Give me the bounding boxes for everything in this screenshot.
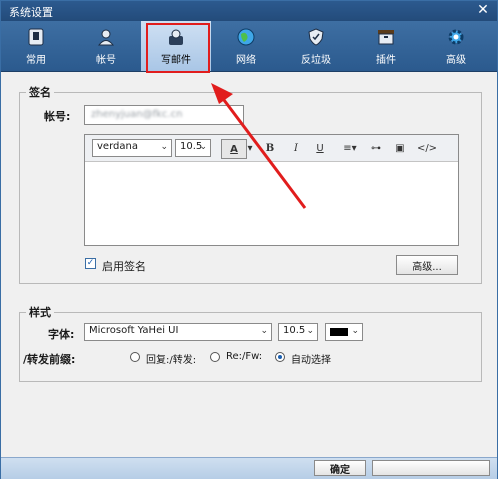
size-select[interactable]: 10.5 ⌄ bbox=[175, 139, 211, 157]
italic-button[interactable]: I bbox=[289, 139, 303, 157]
user-icon bbox=[96, 27, 116, 47]
font-select[interactable]: verdana ⌄ bbox=[92, 139, 172, 157]
tab-general[interactable]: 常用 bbox=[1, 21, 71, 71]
tab-account[interactable]: 帐号 bbox=[71, 21, 141, 71]
link-icon[interactable]: ⊶ bbox=[368, 139, 384, 157]
tab-compose[interactable]: 写邮件 bbox=[141, 21, 211, 71]
image-icon[interactable]: ▣ bbox=[392, 139, 408, 157]
tab-label: 反垃圾 bbox=[301, 55, 331, 66]
signature-advanced-button[interactable]: 高级... bbox=[396, 255, 458, 275]
style-font-select[interactable]: Microsoft YaHei UI ⌄ bbox=[84, 323, 272, 341]
prefix-option-en-radio[interactable] bbox=[210, 352, 220, 362]
box-icon bbox=[376, 27, 396, 47]
globe-icon bbox=[236, 27, 256, 47]
style-size-value: 10.5 bbox=[283, 325, 306, 336]
prefix-label: /转发前缀: bbox=[23, 353, 76, 366]
enable-signature-label: 启用签名 bbox=[102, 260, 146, 273]
font-value: verdana bbox=[97, 141, 138, 152]
settings-toolbar: 常用 帐号 写邮件 网络 反垃圾 插件 高级 bbox=[1, 21, 497, 72]
prefix-option-cn-label: 回复:/转发: bbox=[146, 355, 197, 366]
tab-antispam[interactable]: 反垃圾 bbox=[281, 21, 351, 71]
settings-window: 系统设置 ✕ 常用 帐号 写邮件 网络 反垃圾 插件 高级 签名 帐号: zhe… bbox=[0, 0, 498, 479]
editor-toolbar: verdana ⌄ 10.5 ⌄ A ▾ B I U ≡▾ ⊶ ▣ </> bbox=[85, 135, 458, 162]
font-label: 字体: bbox=[48, 328, 75, 341]
color-swatch bbox=[330, 328, 348, 336]
style-group: 样式 bbox=[19, 304, 482, 382]
account-select[interactable]: zhenyjuan@fkc.cn bbox=[84, 105, 244, 125]
chevron-down-icon: ⌄ bbox=[199, 142, 207, 152]
prefix-option-en-label: Re:/Fw: bbox=[226, 351, 263, 362]
font-color-button[interactable]: A bbox=[221, 139, 247, 159]
style-legend: 样式 bbox=[29, 306, 51, 319]
chevron-down-icon: ⌄ bbox=[160, 142, 168, 152]
tab-network[interactable]: 网络 bbox=[211, 21, 281, 71]
tab-plugins[interactable]: 插件 bbox=[351, 21, 421, 71]
doc-icon bbox=[26, 27, 46, 47]
tab-label: 帐号 bbox=[96, 55, 116, 66]
chevron-down-icon: ⌄ bbox=[351, 326, 359, 336]
tab-label: 常用 bbox=[26, 55, 46, 66]
prefix-option-cn-radio[interactable] bbox=[130, 352, 140, 362]
window-title: 系统设置 bbox=[9, 6, 53, 19]
tab-label: 插件 bbox=[376, 55, 396, 66]
tab-advanced[interactable]: 高级 bbox=[421, 21, 491, 71]
shield-icon bbox=[306, 27, 326, 47]
signature-editor[interactable]: verdana ⌄ 10.5 ⌄ A ▾ B I U ≡▾ ⊶ ▣ </> bbox=[84, 134, 459, 246]
tab-label: 写邮件 bbox=[161, 55, 191, 66]
ok-button[interactable]: 确定 bbox=[314, 460, 366, 476]
tab-label: 网络 bbox=[236, 55, 256, 66]
chevron-down-icon: ⌄ bbox=[306, 326, 314, 336]
tab-label: 高级 bbox=[446, 55, 466, 66]
enable-signature-checkbox[interactable]: ✓ bbox=[85, 258, 96, 269]
bold-button[interactable]: B bbox=[263, 139, 277, 157]
code-icon[interactable]: </> bbox=[417, 139, 437, 157]
chevron-down-icon[interactable]: ▾ bbox=[246, 139, 254, 157]
align-button[interactable]: ≡▾ bbox=[339, 139, 361, 157]
gear-icon bbox=[446, 27, 466, 47]
underline-button[interactable]: U bbox=[313, 139, 327, 157]
cancel-button[interactable] bbox=[372, 460, 490, 476]
prefix-option-auto-label: 自动选择 bbox=[291, 355, 331, 366]
title-bar: 系统设置 ✕ bbox=[1, 1, 497, 21]
dialog-footer: 确定 bbox=[1, 457, 497, 479]
signature-legend: 签名 bbox=[29, 86, 51, 99]
prefix-option-auto-radio[interactable] bbox=[275, 352, 285, 362]
account-label: 帐号: bbox=[44, 110, 71, 123]
style-font-value: Microsoft YaHei UI bbox=[89, 325, 179, 336]
style-size-select[interactable]: 10.5 ⌄ bbox=[278, 323, 318, 341]
compose-icon bbox=[166, 27, 186, 47]
close-button[interactable]: ✕ bbox=[475, 2, 491, 18]
account-value: zhenyjuan@fkc.cn bbox=[91, 109, 183, 120]
chevron-down-icon: ⌄ bbox=[260, 326, 268, 336]
style-color-select[interactable]: ⌄ bbox=[325, 323, 363, 341]
